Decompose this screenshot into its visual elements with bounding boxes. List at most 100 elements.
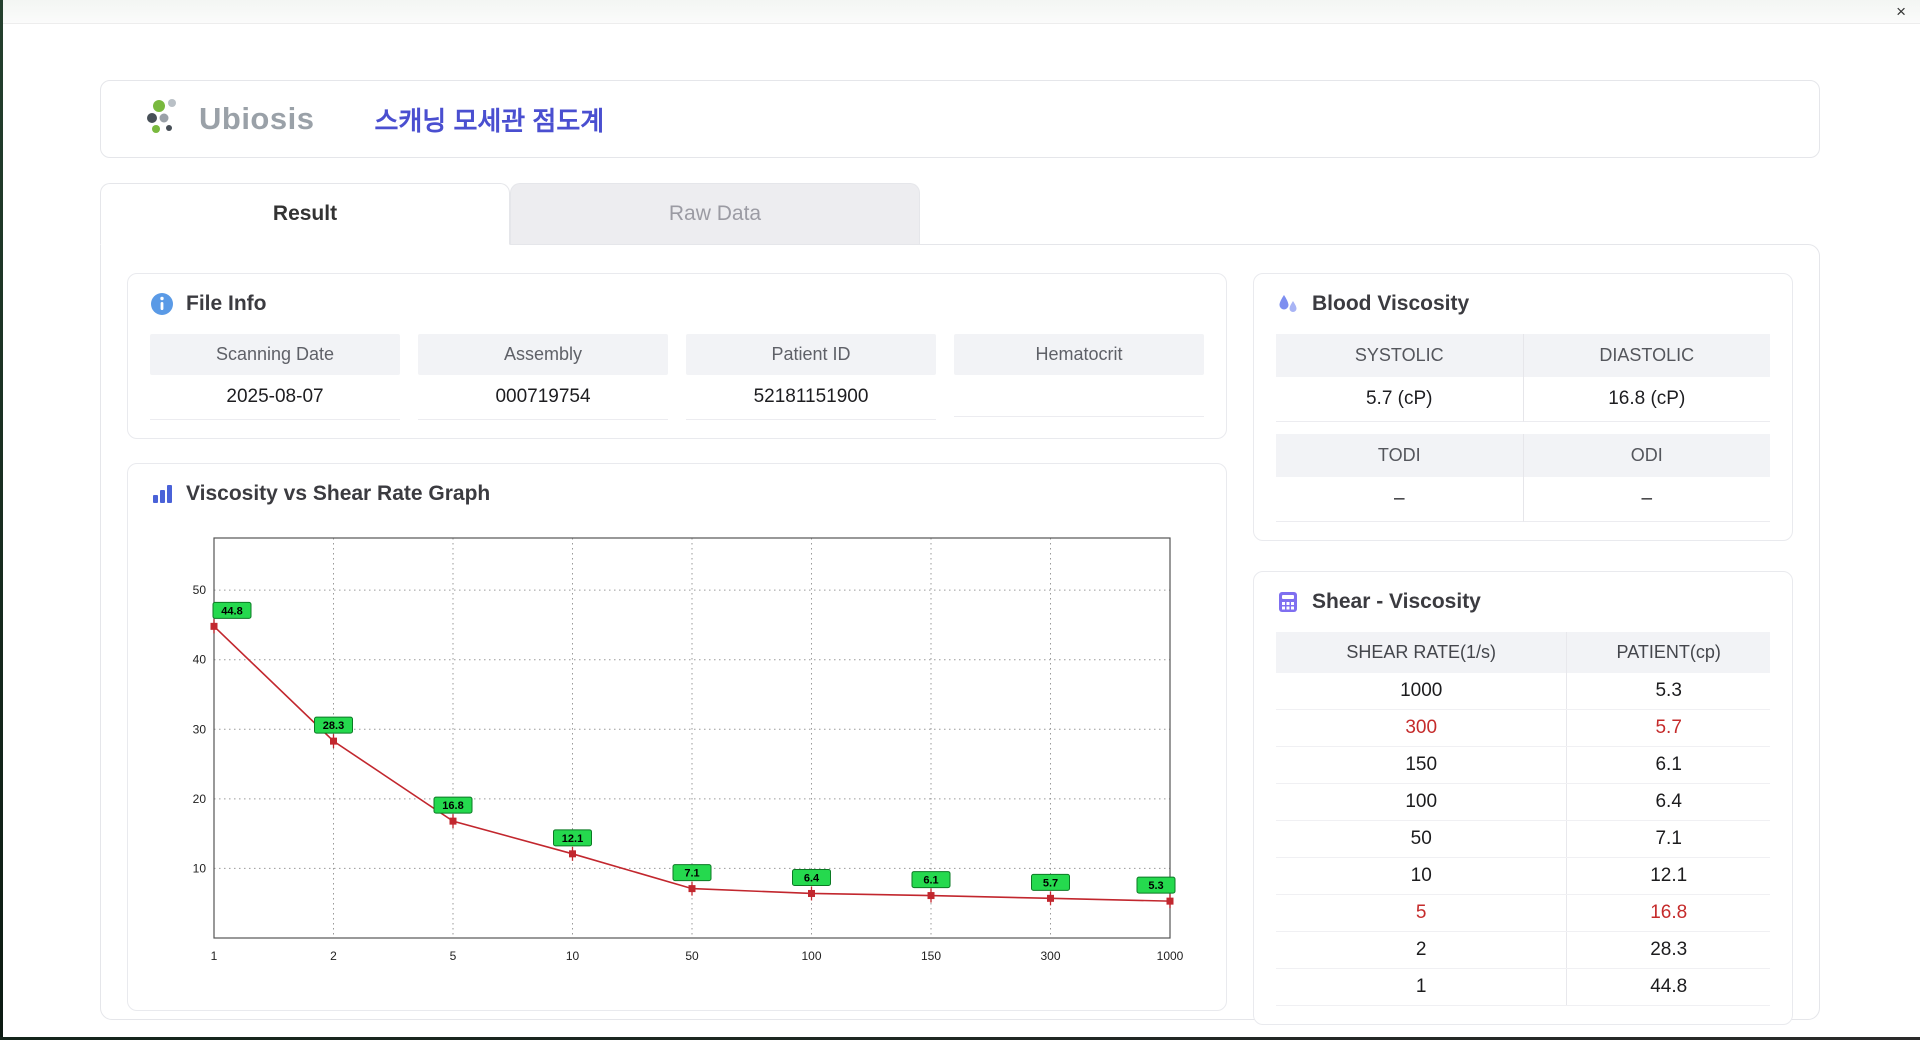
- patient-cp-cell: 5.7: [1566, 709, 1770, 747]
- field-value: 000719754: [418, 375, 668, 420]
- svg-text:6.1: 6.1: [923, 875, 938, 887]
- table-row: 1 44.8: [1276, 968, 1770, 1006]
- patient-cp-cell: 5.3: [1566, 673, 1770, 710]
- logo-text: Ubiosis: [199, 101, 315, 136]
- tab-bar: Result Raw Data: [100, 183, 1820, 245]
- file-info-fields: Scanning Date 2025-08-07 Assembly 000719754…: [150, 334, 1204, 420]
- app-header: Ubiosis 스캐닝 모세관 점도계: [100, 80, 1820, 158]
- graph-card: Viscosity vs Shear Rate Graph 10 20 30 40 50…: [127, 463, 1227, 1011]
- field-value: 52181151900: [686, 375, 936, 420]
- blood-viscosity-title: Blood Viscosity: [1276, 292, 1770, 316]
- right-column: Blood Viscosity SYSTOLIC DIASTOLIC 5.7 (cP…: [1253, 273, 1793, 1025]
- svg-text:40: 40: [193, 653, 207, 667]
- file-info-title: File Info: [150, 292, 1204, 316]
- viscosity-shear-chart: 10 20 30 40 50 1 2 5 10 50 100 150 300 1000 44.8 28.3 16…: [150, 524, 1204, 992]
- logo-leaf-icon: [145, 96, 191, 143]
- window-titlebar: ×: [0, 0, 1920, 24]
- table-row: 100 6.4: [1276, 783, 1770, 821]
- blood-viscosity-grid: SYSTOLIC DIASTOLIC 5.7 (cP) 16.8 (cP) TODI OD…: [1276, 334, 1770, 522]
- svg-text:5.3: 5.3: [1148, 880, 1163, 892]
- bar-chart-icon: [153, 485, 172, 503]
- svg-text:12.1: 12.1: [562, 833, 583, 845]
- svg-text:300: 300: [1040, 949, 1060, 963]
- svg-text:10: 10: [566, 949, 580, 963]
- blood-viscosity-title-text: Blood Viscosity: [1312, 292, 1470, 315]
- shear-rate-cell: 2: [1276, 931, 1568, 969]
- svg-text:150: 150: [921, 949, 941, 963]
- shear-rate-cell: 5: [1276, 894, 1568, 932]
- shear-viscosity-card: Shear - Viscosity SHEAR RATE(1/s) PATIENT…: [1253, 571, 1793, 1025]
- bv-header-cell: TODI: [1276, 434, 1524, 477]
- bv-value-cell: 5.7 (cP): [1276, 377, 1524, 422]
- svg-text:7.1: 7.1: [684, 868, 699, 880]
- bv-header-row: SYSTOLIC DIASTOLIC: [1276, 334, 1770, 377]
- blood-viscosity-card: Blood Viscosity SYSTOLIC DIASTOLIC 5.7 (cP…: [1253, 273, 1793, 541]
- content-card: File Info Scanning Date 2025-08-07 Assembl…: [100, 244, 1820, 1025]
- tab-raw-data[interactable]: Raw Data: [510, 183, 920, 244]
- shear-rate-cell: 150: [1276, 746, 1568, 784]
- shear-rate-cell: 300: [1276, 709, 1568, 747]
- svg-text:30: 30: [193, 722, 207, 736]
- field-patient-id: Patient ID 52181151900: [686, 334, 936, 420]
- shear-viscosity-title-text: Shear - Viscosity: [1312, 590, 1481, 613]
- table-row: 300 5.7: [1276, 709, 1770, 747]
- patient-cp-cell: 44.8: [1566, 968, 1770, 1006]
- patient-cp-cell: 28.3: [1566, 931, 1770, 969]
- svg-text:1000: 1000: [1157, 949, 1184, 963]
- shear-column-header: PATIENT(cp): [1566, 632, 1770, 673]
- field-label: Patient ID: [686, 334, 936, 375]
- left-column: File Info Scanning Date 2025-08-07 Assembl…: [127, 273, 1227, 1011]
- svg-text:10: 10: [193, 861, 207, 875]
- svg-text:100: 100: [801, 949, 821, 963]
- ubiosis-logo: Ubiosis: [145, 96, 314, 143]
- window-close-button[interactable]: ×: [1896, 3, 1906, 20]
- shear-viscosity-title: Shear - Viscosity: [1276, 590, 1770, 614]
- field-label: Assembly: [418, 334, 668, 375]
- svg-text:28.3: 28.3: [323, 720, 344, 732]
- field-hematocrit: Hematocrit: [954, 334, 1204, 420]
- field-assembly: Assembly 000719754: [418, 334, 668, 420]
- shear-rate-cell: 1: [1276, 968, 1568, 1006]
- bv-header-cell: DIASTOLIC: [1523, 334, 1770, 377]
- file-info-card: File Info Scanning Date 2025-08-07 Assembl…: [127, 273, 1227, 439]
- page-title: 스캐닝 모세관 점도계: [374, 105, 605, 136]
- shear-rate-cell: 10: [1276, 857, 1568, 895]
- svg-text:2: 2: [330, 949, 337, 963]
- svg-text:6.4: 6.4: [804, 872, 820, 884]
- bv-value-cell: –: [1276, 477, 1524, 522]
- bv-value-row: 5.7 (cP) 16.8 (cP): [1276, 377, 1770, 422]
- svg-text:50: 50: [685, 949, 699, 963]
- graph-title-text: Viscosity vs Shear Rate Graph: [186, 482, 491, 505]
- svg-text:44.8: 44.8: [221, 605, 242, 617]
- field-value: 2025-08-07: [150, 375, 400, 420]
- field-value: [954, 375, 1204, 417]
- patient-cp-cell: 6.1: [1566, 746, 1770, 784]
- file-info-title-text: File Info: [186, 292, 267, 315]
- graph-title: Viscosity vs Shear Rate Graph: [150, 482, 1204, 506]
- shear-viscosity-table: SHEAR RATE(1/s) PATIENT(cp) 1000 5.3 300 5.7…: [1276, 632, 1770, 1006]
- shear-rate-cell: 50: [1276, 820, 1568, 858]
- table-row: 10 12.1: [1276, 857, 1770, 895]
- field-label: Scanning Date: [150, 334, 400, 375]
- svg-text:50: 50: [193, 583, 207, 597]
- svg-text:1: 1: [211, 949, 218, 963]
- shear-rate-cell: 100: [1276, 783, 1568, 821]
- table-row: 50 7.1: [1276, 820, 1770, 858]
- tab-result[interactable]: Result: [100, 183, 510, 245]
- bv-value-cell: 16.8 (cP): [1523, 377, 1770, 422]
- table-row: 150 6.1: [1276, 746, 1770, 784]
- table-row: 1000 5.3: [1276, 673, 1770, 710]
- bv-value-cell: –: [1523, 477, 1770, 522]
- page: Ubiosis 스캐닝 모세관 점도계 Result Raw Data File …: [0, 80, 1920, 1025]
- svg-text:16.8: 16.8: [442, 800, 463, 812]
- svg-text:5: 5: [450, 949, 457, 963]
- bv-header-row: TODI ODI: [1276, 434, 1770, 477]
- field-scanning-date: Scanning Date 2025-08-07: [150, 334, 400, 420]
- patient-cp-cell: 12.1: [1566, 857, 1770, 895]
- patient-cp-cell: 7.1: [1566, 820, 1770, 858]
- info-icon: [151, 293, 173, 315]
- svg-text:5.7: 5.7: [1043, 877, 1058, 889]
- window-left-edge: [0, 0, 3, 1040]
- bv-value-row: – –: [1276, 477, 1770, 522]
- shear-rate-cell: 1000: [1276, 673, 1568, 710]
